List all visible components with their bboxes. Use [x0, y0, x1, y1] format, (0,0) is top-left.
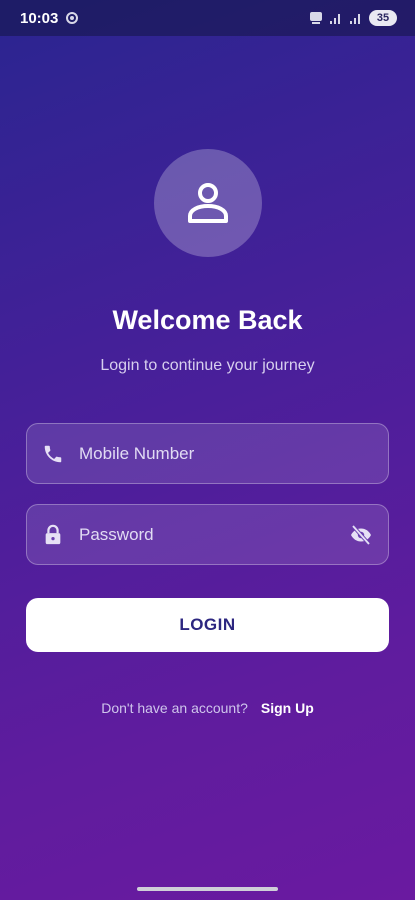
signal-icon-2	[349, 11, 363, 25]
eye-off-icon[interactable]	[348, 522, 374, 548]
volte-icon	[309, 11, 323, 25]
password-field[interactable]	[26, 504, 389, 565]
status-time: 10:03	[20, 9, 59, 27]
navigation-handle[interactable]	[137, 887, 278, 891]
mobile-input[interactable]	[79, 443, 374, 464]
phone-icon	[41, 442, 65, 466]
password-input[interactable]	[79, 524, 340, 545]
lock-icon	[41, 523, 65, 547]
signal-icon	[329, 11, 343, 25]
page-title: Welcome Back	[112, 305, 303, 335]
battery-icon: 35	[369, 10, 397, 26]
login-button[interactable]: LOGIN	[26, 598, 389, 652]
signup-prompt: Don't have an account?	[101, 700, 248, 716]
signup-link[interactable]: Sign Up	[261, 700, 314, 716]
mobile-field[interactable]	[26, 423, 389, 484]
status-bar: 10:03 35	[0, 0, 415, 36]
status-right: 35	[309, 10, 397, 26]
page-subtitle: Login to continue your journey	[100, 357, 315, 374]
status-left: 10:03	[20, 9, 79, 27]
notification-icon	[66, 12, 79, 24]
signup-row: Don't have an account? Sign Up	[0, 700, 415, 716]
person-icon	[188, 183, 228, 223]
avatar	[154, 149, 262, 257]
